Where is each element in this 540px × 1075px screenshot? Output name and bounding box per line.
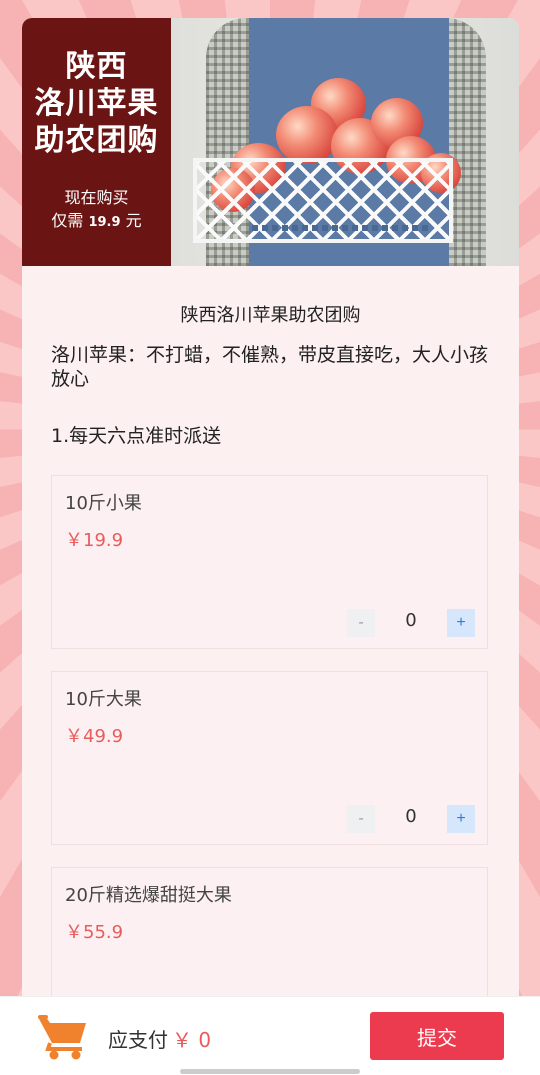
apple xyxy=(276,106,338,164)
pay-label: 应支付 xyxy=(108,1028,168,1052)
product-option: 10斤小果 ￥19.9 - 0 + xyxy=(51,475,488,649)
quantity-stepper: - 0 + xyxy=(347,805,475,833)
decrease-button[interactable]: - xyxy=(347,805,375,833)
product-name: 10斤大果 xyxy=(65,689,142,710)
banner-subtitle: 现在购买 仅需 19.9 元 xyxy=(22,186,171,234)
product-card: 陕西 洛川苹果 助农团购 现在购买 仅需 19.9 元 陕西洛川苹果助农团购 洛… xyxy=(22,18,519,1018)
decrease-button[interactable]: - xyxy=(347,609,375,637)
submit-button[interactable]: 提交 xyxy=(370,1012,504,1060)
increase-button[interactable]: + xyxy=(447,609,475,637)
promo-banner: 陕西 洛川苹果 助农团购 现在购买 仅需 19.9 元 xyxy=(22,18,519,266)
banner-title-line: 陕西 xyxy=(65,49,128,84)
banner-text-panel: 陕西 洛川苹果 助农团购 现在购买 仅需 19.9 元 xyxy=(22,18,171,266)
pay-amount: ￥ 0 xyxy=(172,1028,212,1052)
home-indicator[interactable] xyxy=(180,1069,360,1074)
crate-slot xyxy=(252,225,432,231)
quantity-value: 0 xyxy=(405,806,417,827)
banner-sub-suffix: 元 xyxy=(125,211,142,230)
banner-sub-price: 19.9 xyxy=(88,215,121,230)
product-price: ￥55.9 xyxy=(65,922,124,943)
product-name: 10斤小果 xyxy=(65,493,142,514)
banner-title-line: 助农团购 xyxy=(34,123,159,158)
crate xyxy=(193,158,453,243)
quantity-stepper: - 0 + xyxy=(347,609,475,637)
product-option: 10斤大果 ￥49.9 - 0 + xyxy=(51,671,488,845)
banner-title-line: 洛川苹果 xyxy=(34,86,159,121)
shopping-cart-icon[interactable] xyxy=(36,1013,88,1061)
apple-crate-photo xyxy=(171,18,519,266)
product-description: 洛川苹果：不打蜡，不催熟，带皮直接吃，大人小孩放心 xyxy=(51,344,489,390)
banner-sub-line: 现在购买 xyxy=(64,188,129,207)
delivery-note: 1.每天六点准时派送 xyxy=(51,425,222,447)
product-price: ￥19.9 xyxy=(65,530,124,551)
checkout-bar: 应支付 ￥ 0 提交 xyxy=(0,996,540,1075)
banner-sub-line: 仅需 19.9 元 xyxy=(22,209,171,234)
banner-title: 陕西 洛川苹果 助农团购 xyxy=(22,48,171,159)
page-title: 陕西洛川苹果助农团购 xyxy=(180,305,361,326)
product-name: 20斤精选爆甜挺大果 xyxy=(65,885,232,906)
quantity-value: 0 xyxy=(405,610,417,631)
increase-button[interactable]: + xyxy=(447,805,475,833)
product-price: ￥49.9 xyxy=(65,726,124,747)
banner-sub-prefix: 仅需 xyxy=(51,211,84,230)
